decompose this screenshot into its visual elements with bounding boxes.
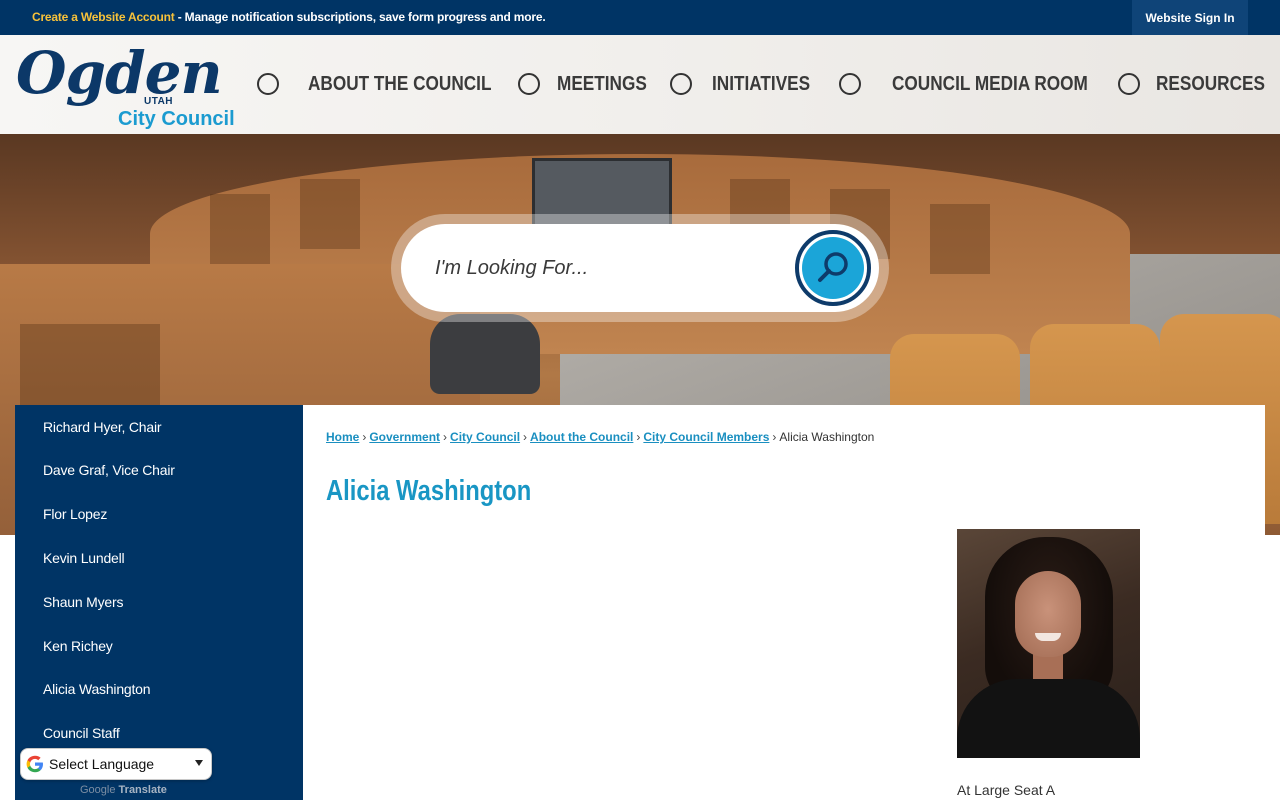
search-button-inner (802, 237, 864, 299)
hero-desk-panel (300, 179, 360, 249)
nav-initiatives[interactable]: INITIATIVES (670, 69, 826, 99)
sidebar-item-shaun-myers[interactable]: Shaun Myers (43, 594, 123, 610)
search-box (401, 224, 879, 312)
breadcrumb-city-council-members[interactable]: City Council Members (643, 430, 769, 444)
sidebar-item-council-staff[interactable]: Council Staff (43, 725, 120, 741)
breadcrumb-separator: › (443, 430, 448, 444)
breadcrumb-separator: › (636, 430, 641, 444)
nav-label: INITIATIVES (712, 72, 811, 95)
create-account-link[interactable]: Create a Website Account (32, 10, 175, 24)
search-button[interactable] (795, 230, 871, 306)
nav-label: MEETINGS (557, 72, 647, 95)
breadcrumb-government[interactable]: Government (369, 430, 440, 444)
breadcrumb-city-council[interactable]: City Council (450, 430, 520, 444)
nav-label: RESOURCES (1156, 72, 1265, 95)
portrait-smile (1035, 633, 1061, 641)
nav-circle-icon (518, 73, 540, 95)
chevron-down-icon (195, 760, 203, 766)
nav-circle-icon (670, 73, 692, 95)
account-message: Create a Website Account - Manage notifi… (32, 10, 546, 24)
nav-meetings[interactable]: MEETINGS (518, 69, 661, 99)
sidebar-item-dave-graf[interactable]: Dave Graf, Vice Chair (43, 462, 175, 478)
magnifier-icon (818, 252, 848, 282)
sidebar-item-richard-hyer[interactable]: Richard Hyer, Chair (43, 419, 162, 435)
main-content: Home › Government › City Council › About the C… (303, 405, 1265, 800)
breadcrumb-about-the-council[interactable]: About the Council (530, 430, 633, 444)
hero-chair (430, 314, 540, 394)
google-word: Google (80, 784, 116, 796)
breadcrumb: Home › Government › City Council › About the C… (326, 430, 874, 444)
sidebar-item-flor-lopez[interactable]: Flor Lopez (43, 506, 107, 522)
logo-subtitle: City Council (118, 108, 235, 130)
nav-circle-icon (839, 73, 861, 95)
nav-about-the-council[interactable]: ABOUT THE COUNCIL (257, 69, 521, 99)
language-select-label: Select Language (49, 756, 155, 772)
logo-utah-text: UTAH (144, 96, 174, 107)
breadcrumb-current: Alicia Washington (779, 430, 875, 444)
sidebar-council-members: Richard Hyer, Chair Dave Graf, Vice Chai… (15, 405, 303, 800)
nav-resources[interactable]: RESOURCES (1118, 69, 1280, 99)
breadcrumb-separator: › (523, 430, 528, 444)
nav-circle-icon (1118, 73, 1140, 95)
account-message-text: - Manage notification subscriptions, sav… (174, 10, 546, 24)
breadcrumb-separator: › (362, 430, 367, 444)
ogden-city-council-logo[interactable]: Ogden UTAH City Council (14, 39, 235, 130)
council-seat-label: At Large Seat A (957, 782, 1056, 798)
sidebar-item-ken-richey[interactable]: Ken Richey (43, 638, 113, 654)
member-portrait (957, 529, 1140, 758)
portrait-body (957, 679, 1140, 758)
language-select[interactable]: Select Language (20, 748, 212, 780)
logo-ogden-text: Ogden (16, 39, 223, 107)
search-container (391, 214, 889, 322)
nav-label: COUNCIL MEDIA ROOM (892, 72, 1088, 95)
nav-circle-icon (257, 73, 279, 95)
breadcrumb-separator: › (772, 430, 777, 444)
portrait-face (1015, 571, 1081, 657)
site-header: Ogden UTAH City Council ABOUT THE COUNCI… (0, 35, 1280, 134)
google-g-icon (26, 755, 43, 773)
search-input[interactable] (435, 248, 775, 288)
hero-desk-panel (930, 204, 990, 274)
page-title: Alicia Washington (326, 475, 532, 507)
nav-label: ABOUT THE COUNCIL (308, 72, 492, 95)
sidebar-item-alicia-washington[interactable]: Alicia Washington (43, 681, 151, 697)
top-bar: Create a Website Account - Manage notifi… (0, 0, 1280, 35)
sidebar-item-kevin-lundell[interactable]: Kevin Lundell (43, 550, 125, 566)
breadcrumb-home[interactable]: Home (326, 430, 359, 444)
powered-by-google-translate[interactable]: Google Translate (80, 784, 167, 796)
translate-word: Translate (118, 784, 167, 796)
hero-desk-panel (210, 194, 270, 264)
nav-council-media-room[interactable]: COUNCIL MEDIA ROOM (839, 69, 1120, 99)
website-sign-in-button[interactable]: Website Sign In (1132, 0, 1248, 35)
